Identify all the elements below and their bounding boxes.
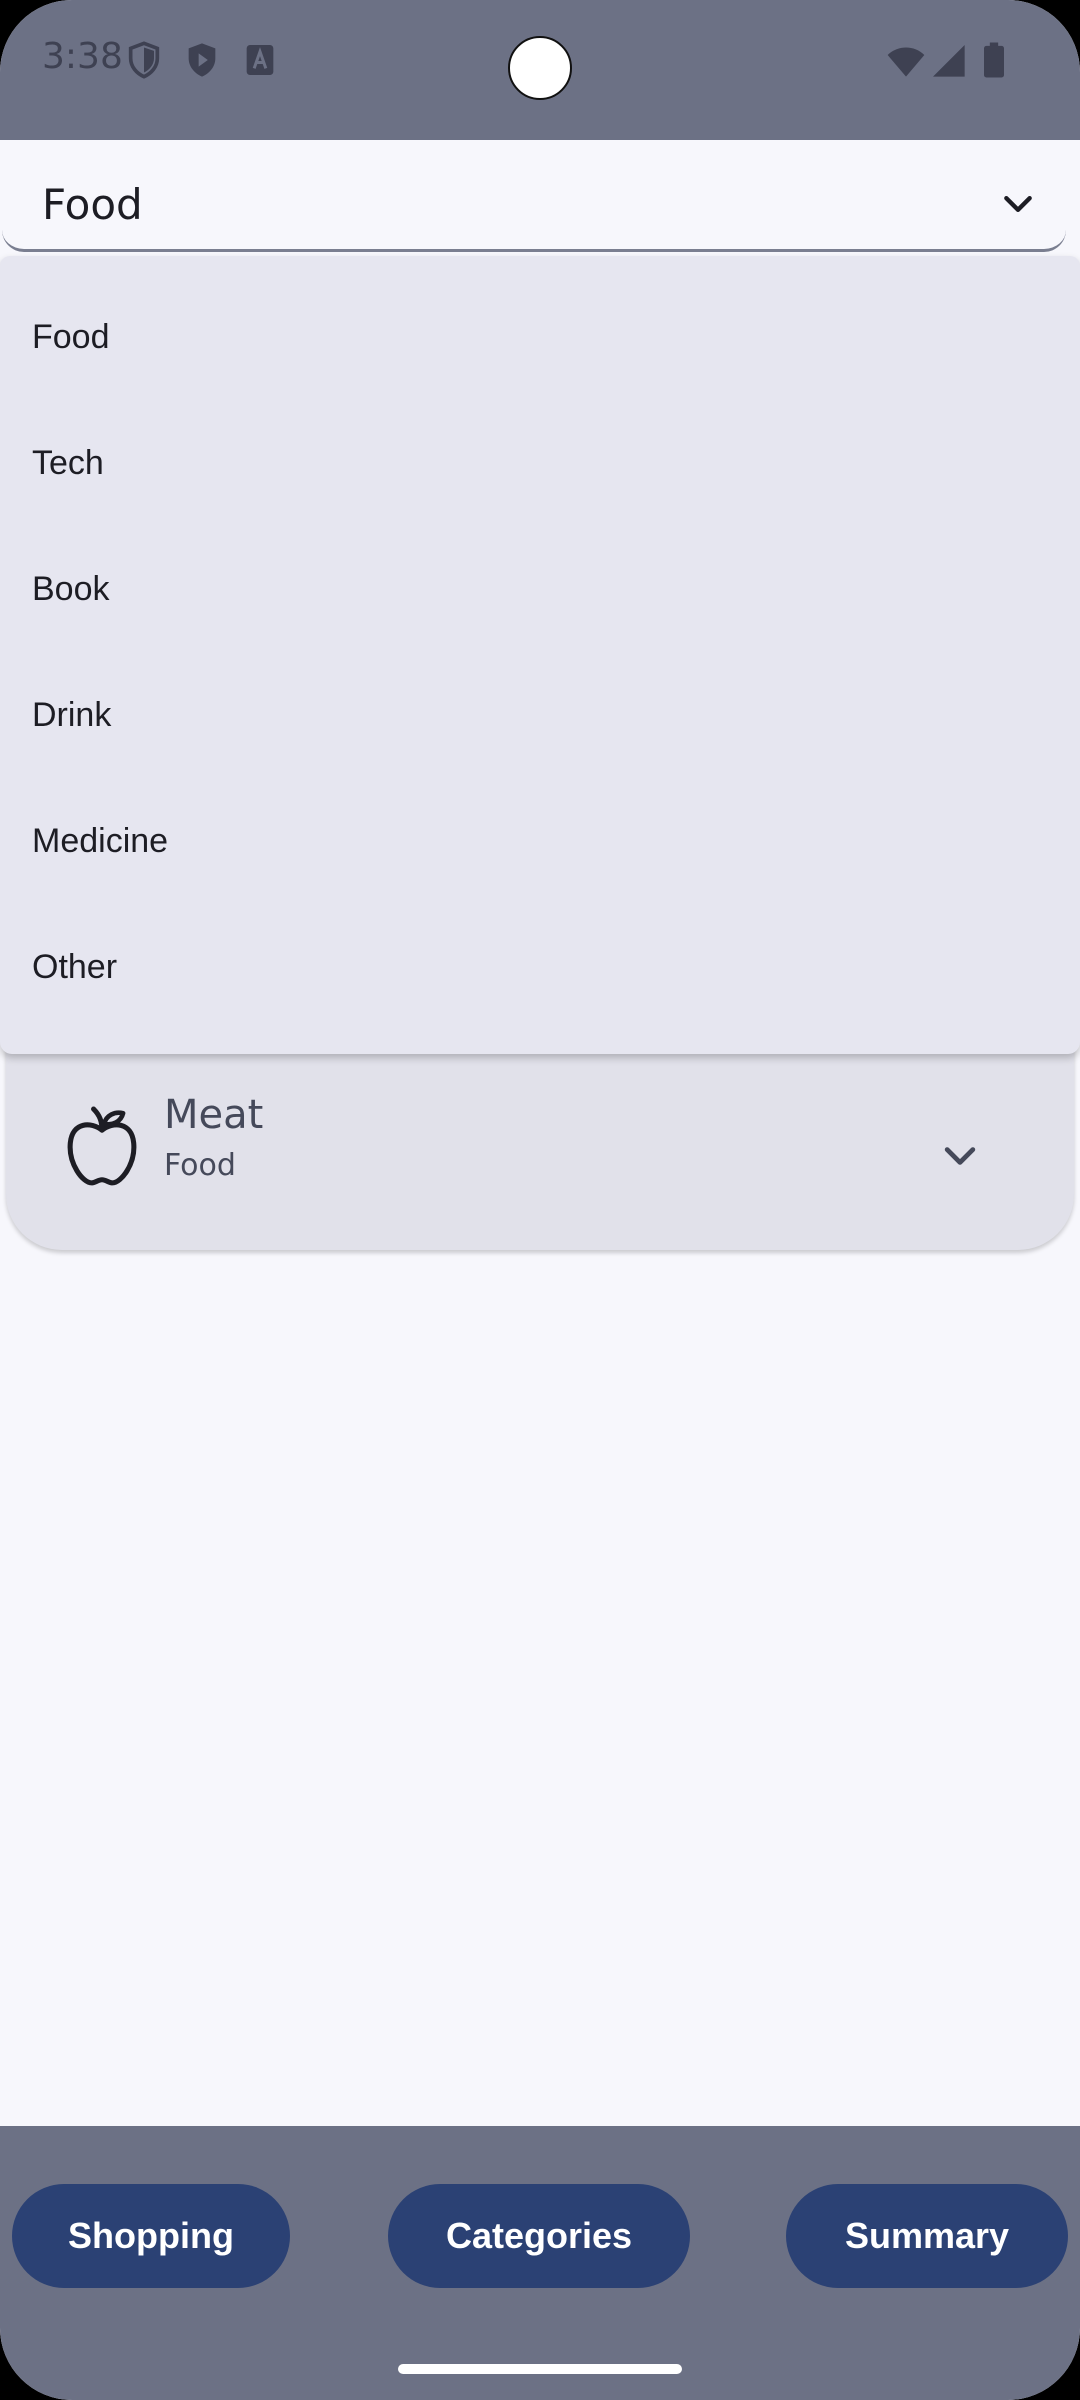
menu-item-food[interactable]: Food	[0, 276, 1080, 402]
battery-icon	[984, 42, 1004, 78]
status-bar: 3:38	[0, 0, 1080, 120]
wifi-icon	[887, 47, 925, 77]
menu-item-label: Food	[32, 318, 110, 356]
menu-item-other[interactable]: Other	[0, 906, 1080, 1032]
expand-chevron-icon[interactable]	[938, 1134, 982, 1178]
summary-button[interactable]: Summary	[786, 2184, 1068, 2288]
category-dropdown[interactable]: Food	[2, 154, 1066, 252]
cellular-icon	[933, 45, 965, 77]
front-camera	[508, 36, 572, 100]
app-screen: 3:38 Food Meat Food Food Tech Book Drink…	[0, 0, 1080, 2400]
menu-item-drink[interactable]: Drink	[0, 654, 1080, 780]
bottom-navigation: Shopping Categories Summary	[0, 2126, 1080, 2400]
keyboard-a-icon	[246, 45, 274, 75]
menu-item-book[interactable]: Book	[0, 528, 1080, 654]
menu-item-medicine[interactable]: Medicine	[0, 780, 1080, 906]
item-category: Food	[164, 1148, 236, 1183]
chevron-down-icon[interactable]	[998, 184, 1038, 224]
home-indicator[interactable]	[398, 2364, 682, 2374]
item-name: Meat	[164, 1092, 264, 1138]
menu-item-label: Other	[32, 948, 118, 986]
menu-item-label: Tech	[32, 444, 104, 482]
status-time: 3:38	[42, 36, 123, 77]
shopping-button[interactable]: Shopping	[12, 2184, 290, 2288]
apple-icon	[67, 1106, 137, 1186]
category-dropdown-value: Food	[42, 180, 143, 229]
categories-button[interactable]: Categories	[388, 2184, 690, 2288]
item-card[interactable]: Meat Food	[6, 1020, 1074, 1250]
category-dropdown-menu: Food Tech Book Drink Medicine Other	[0, 256, 1080, 1054]
play-protect-icon	[188, 43, 216, 77]
menu-item-tech[interactable]: Tech	[0, 402, 1080, 528]
menu-item-label: Drink	[32, 696, 112, 734]
menu-item-label: Medicine	[32, 822, 169, 860]
shield-icon	[128, 41, 160, 79]
menu-item-label: Book	[32, 570, 110, 608]
